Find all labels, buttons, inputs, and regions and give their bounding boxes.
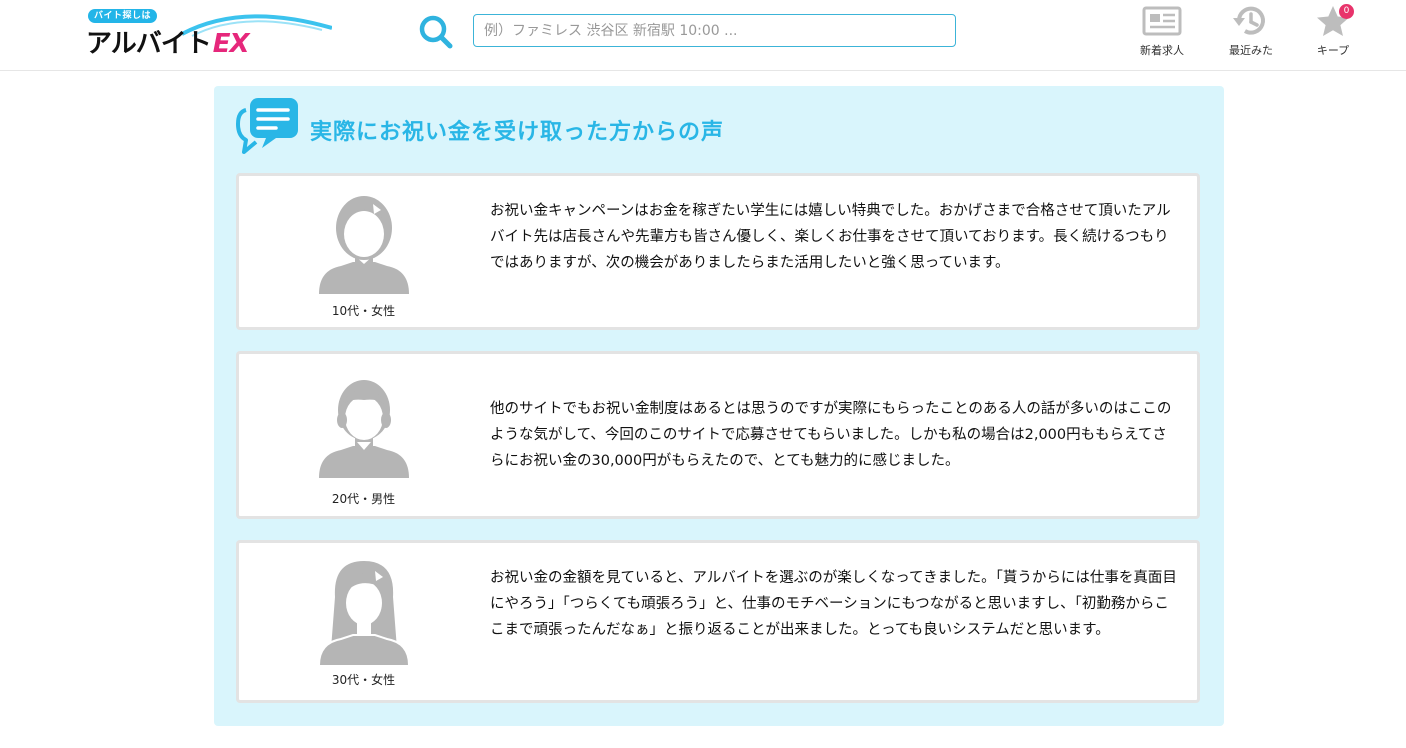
testimonial-caption: 20代・男性 <box>331 492 396 506</box>
logo-name-ex: EX <box>212 29 250 59</box>
male-avatar-icon <box>319 380 409 478</box>
female-longhair-avatar-icon <box>319 561 409 665</box>
testimonial-text: お祝い金の金額を見ていると、アルバイトを選ぶのが楽しくなってきました。「貰うから… <box>490 570 1177 638</box>
testimonial-text: お祝い金キャンペーンはお金を稼ぎたい学生には嬉しい特典でした。おかげさまで合格さ… <box>490 203 1171 271</box>
logo-name-main: アルバイト <box>86 29 212 59</box>
nav-keep[interactable]: 0 キープ <box>1293 4 1373 60</box>
testimonial-card: 10代・女性 お祝い金キャンペーンはお金を稼ぎたい学生には嬉しい特典でした。おか… <box>236 173 1200 330</box>
testimonial-card: 20代・男性 他のサイトでもお祝い金制度はあるとは思うのですが実際にもらったこと… <box>236 351 1200 519</box>
female-avatar-icon <box>319 196 409 294</box>
keep-count-badge: 0 <box>1339 4 1354 19</box>
testimonial-card: 30代・女性 お祝い金の金額を見ていると、アルバイトを選ぶのが楽しくなってきまし… <box>236 540 1200 703</box>
nav-keep-label: キープ <box>1316 44 1350 57</box>
site-header: バイト探しは アルバイトEX 新着求人 最近みた 0 キープ <box>0 0 1406 71</box>
section-title: 実際にお祝い金を受け取った方からの声 <box>310 120 725 145</box>
nav-new-jobs-label: 新着求人 <box>1140 44 1184 57</box>
newspaper-icon <box>1142 6 1182 36</box>
logo-wordmark: アルバイトEX <box>86 23 250 60</box>
logo-tagline: バイト探しは <box>88 9 158 23</box>
history-icon <box>1233 6 1265 35</box>
testimonial-caption: 10代・女性 <box>331 304 396 318</box>
nav-recently-viewed[interactable]: 最近みた <box>1211 4 1291 60</box>
nav-recently-viewed-label: 最近みた <box>1229 44 1273 57</box>
testimonial-caption: 30代・女性 <box>331 673 396 687</box>
testimonials-panel: 実際にお祝い金を受け取った方からの声 10代・女性 お祝い金キャンペーンはお金を… <box>214 86 1224 726</box>
testimonial-text: 他のサイトでもお祝い金制度はあるとは思うのですが実際にもらったことのある人の話が… <box>490 401 1172 469</box>
site-logo[interactable]: バイト探しは アルバイトEX <box>86 8 332 59</box>
search-icon[interactable] <box>418 14 454 50</box>
search-input[interactable] <box>473 14 956 47</box>
nav-new-jobs[interactable]: 新着求人 <box>1122 4 1202 60</box>
chat-bubble-icon <box>236 98 298 154</box>
